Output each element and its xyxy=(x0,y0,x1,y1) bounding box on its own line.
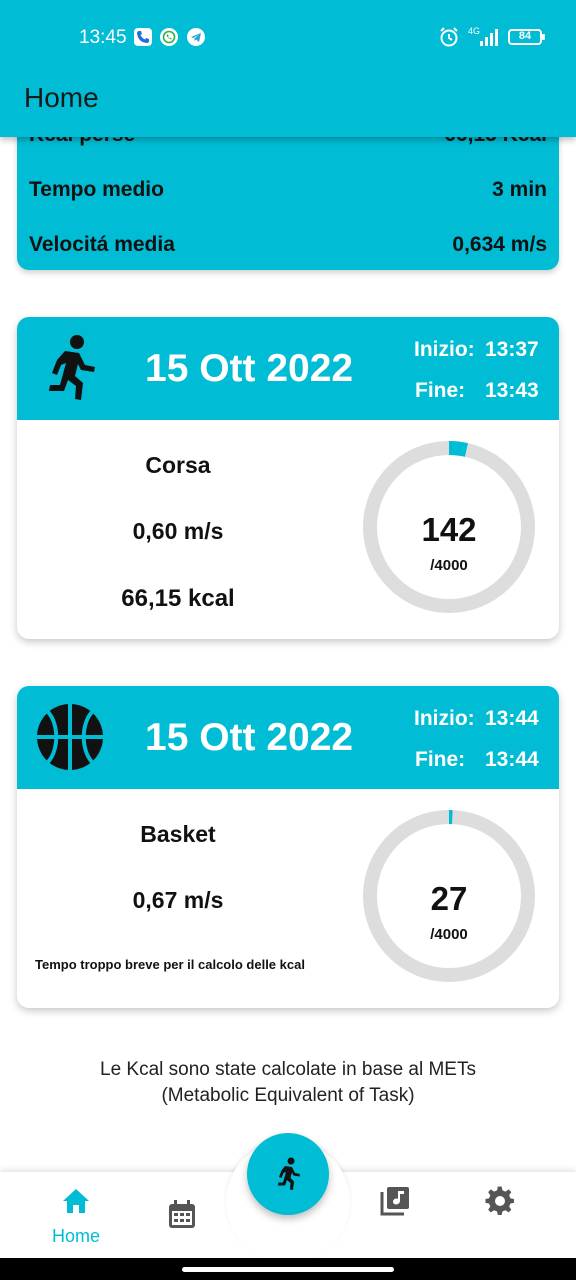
activity-name: Basket xyxy=(140,821,216,847)
activity-date: 15 Ott 2022 xyxy=(145,716,354,759)
gesture-bar xyxy=(0,1258,576,1280)
end-time: 13:44 xyxy=(485,748,539,771)
activity-name: Corsa xyxy=(145,452,211,478)
activity-date: 15 Ott 2022 xyxy=(145,347,354,390)
home-screen: Kcal perse 66,15 Kcal Tempo medio 3 min … xyxy=(0,0,576,1280)
end-time: 13:43 xyxy=(485,379,539,402)
progress-max: /4000 xyxy=(430,926,468,943)
mets-footnote-line1: Le Kcal sono state calcolate in base al … xyxy=(100,1059,476,1080)
nav-settings[interactable] xyxy=(470,1186,530,1246)
summary-value: 0,634 m/s xyxy=(452,233,547,256)
phone-icon xyxy=(134,28,152,46)
summary-label: Velocitá media xyxy=(29,233,175,256)
nav-home-label[interactable]: Home xyxy=(40,1226,112,1247)
mets-footnote-line2: (Metabolic Equivalent of Task) xyxy=(161,1085,415,1106)
music-library-icon xyxy=(380,1187,409,1216)
end-label: Fine: xyxy=(415,379,466,402)
end-label: Fine: xyxy=(415,748,466,771)
summary-label: Tempo medio xyxy=(29,178,164,201)
status-bar: 13:45 4G 84 xyxy=(0,18,576,56)
settings-icon xyxy=(485,1186,514,1215)
basketball-icon xyxy=(37,704,103,770)
start-label: Inizio: xyxy=(414,707,475,730)
telegram-icon xyxy=(187,28,205,46)
start-label: Inizio: xyxy=(414,338,475,361)
activity-speed: 0,67 m/s xyxy=(132,887,224,913)
whatsapp-icon xyxy=(160,28,178,46)
summary-value: 3 min xyxy=(492,178,547,201)
status-time: 13:45 xyxy=(79,27,127,48)
running-icon xyxy=(49,335,95,400)
progress-value: 27 xyxy=(430,880,468,917)
activity-kcal: 66,15 kcal xyxy=(121,585,235,612)
start-time: 13:37 xyxy=(485,338,539,361)
summary-row-time: Tempo medio 3 min xyxy=(29,178,547,208)
progress-max: /4000 xyxy=(430,557,468,574)
activity-speed: 0,60 m/s xyxy=(132,518,224,544)
battery-icon: 84 xyxy=(508,29,545,45)
activity-header: 15 Ott 2022 Inizio: 13:44 Fine: 13:44 xyxy=(17,686,559,789)
signal-icon xyxy=(480,29,498,46)
home-icon xyxy=(63,1189,89,1213)
activity-card[interactable]: 15 Ott 2022 Inizio: 13:44 Fine: 13:44 Ba… xyxy=(17,686,559,1008)
nav-calendar[interactable] xyxy=(152,1199,212,1259)
battery-level: 84 xyxy=(518,30,532,42)
start-time: 13:44 xyxy=(485,707,539,730)
activity-header: 15 Ott 2022 Inizio: 13:37 Fine: 13:43 xyxy=(17,317,559,420)
activity-card[interactable]: 15 Ott 2022 Inizio: 13:37 Fine: 13:43 Co… xyxy=(17,317,559,639)
calendar-icon xyxy=(169,1200,195,1228)
home-indicator[interactable] xyxy=(182,1267,394,1272)
summary-row-speed: Velocitá media 0,634 m/s xyxy=(29,233,547,263)
running-icon xyxy=(278,1157,300,1190)
start-activity-button[interactable] xyxy=(247,1133,329,1215)
kcal-note: Tempo troppo breve per il calcolo delle … xyxy=(35,957,305,972)
app-bar: 13:45 4G 84 Home xyxy=(0,0,576,137)
alarm-icon xyxy=(440,27,458,47)
progress-value: 142 xyxy=(421,511,477,548)
nav-library[interactable] xyxy=(365,1186,425,1246)
page-title: Home xyxy=(24,82,99,113)
